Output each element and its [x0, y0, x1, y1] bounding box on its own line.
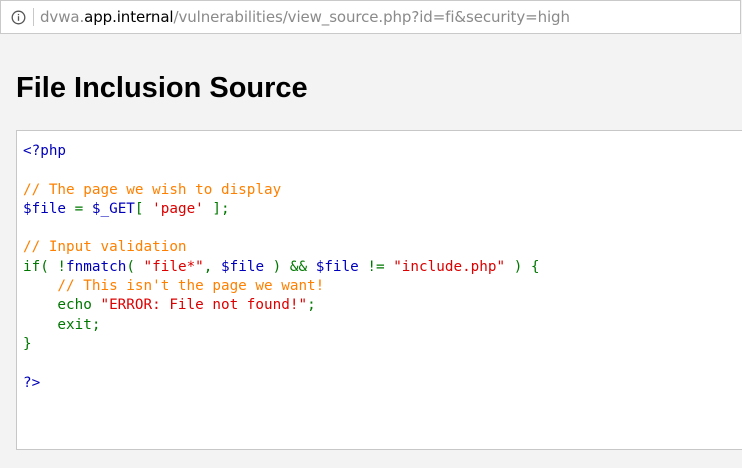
code-token: [	[134, 200, 153, 217]
code-line: echo "ERROR: File not found!";	[23, 296, 742, 315]
code-line: // Input validation	[23, 238, 742, 257]
code-line: }	[23, 335, 742, 354]
code-token: ;	[307, 297, 316, 314]
code-token: ,	[203, 258, 222, 275]
code-token: fnmatch	[66, 258, 127, 275]
code-token: "file*"	[143, 258, 204, 275]
code-line: // The page we wish to display	[23, 181, 742, 200]
code-token: 'page'	[152, 200, 204, 217]
url-host: app.internal	[84, 8, 174, 26]
info-circle-icon[interactable]	[11, 10, 26, 25]
url-prefix: dvwa.	[40, 8, 85, 26]
code-token: ?>	[23, 374, 41, 391]
code-token: // The page we wish to display	[23, 181, 282, 198]
code-token: "ERROR: File not found!"	[100, 297, 308, 314]
source-code: <?php // The page we wish to display $file…	[17, 131, 742, 393]
code-token: ];	[203, 200, 230, 217]
code-token: (	[126, 258, 144, 275]
code-token: $file	[23, 200, 67, 217]
address-bar[interactable]: dvwa.app.internal/vulnerabilities/view_s…	[0, 0, 741, 34]
code-token: ) &&	[264, 258, 316, 275]
code-line: ?>	[23, 374, 742, 393]
code-token: ) {	[505, 258, 540, 275]
code-token: !=	[358, 258, 394, 275]
code-token: $_GET	[91, 200, 135, 217]
url-text[interactable]: dvwa.app.internal/vulnerabilities/view_s…	[40, 8, 570, 26]
code-line: exit;	[23, 316, 742, 335]
url-path: /vulnerabilities/view_source.php?id=fi&s…	[173, 8, 570, 26]
code-line: <?php	[23, 142, 742, 161]
code-token: if( !	[23, 258, 67, 275]
page-title: File Inclusion Source	[16, 72, 308, 104]
code-token: $file	[221, 258, 265, 275]
code-token: echo	[23, 297, 101, 314]
code-line: if( !fnmatch( "file*", $file ) && $file …	[23, 258, 742, 277]
code-token: <?php	[23, 143, 67, 159]
source-code-box: <?php // The page we wish to display $file…	[16, 130, 742, 450]
code-token: // This isn't the page we want!	[23, 278, 325, 295]
address-bar-separator	[33, 8, 34, 26]
code-token: }	[23, 335, 32, 352]
code-line: // This isn't the page we want!	[23, 277, 742, 296]
code-token: $file	[315, 258, 359, 275]
code-line: $file = $_GET[ 'page' ];	[23, 200, 742, 219]
code-token: exit;	[23, 316, 101, 333]
code-token: "include.php"	[393, 258, 506, 275]
code-token: =	[66, 200, 92, 217]
code-token: // Input validation	[23, 239, 187, 256]
